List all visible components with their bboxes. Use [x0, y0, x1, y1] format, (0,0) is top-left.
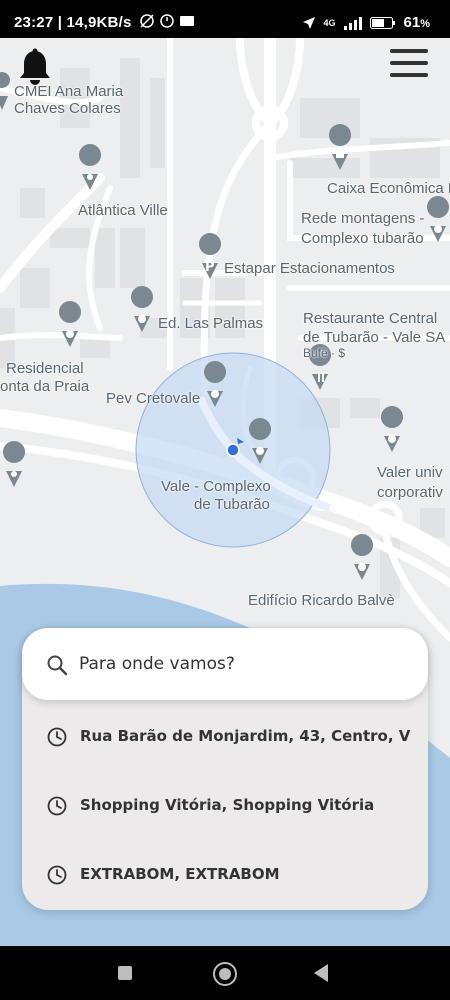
map-label: Residencial — [6, 360, 84, 377]
recent-destination-item[interactable]: Rua Barão de Monjardim, 43, Centro, Vitó… — [22, 708, 428, 768]
map-label: de Tubarão — [194, 496, 270, 513]
system-nav-bar — [0, 946, 450, 1000]
recent-destination-label: Shopping Vitória, Shopping Vitória — [80, 796, 375, 814]
map-label: Bufê · $ — [303, 346, 346, 360]
map-label: Complexo tubarão — [301, 230, 424, 247]
map-label: Vale - Complexo — [161, 478, 271, 495]
back-button[interactable] — [314, 964, 328, 982]
status-left: 23:27 | 14,9KB/s — [14, 14, 196, 31]
recent-destination-label: Rua Barão de Monjardim, 43, Centro, Vitó… — [80, 727, 410, 745]
search-input[interactable]: Para onde vamos? — [79, 654, 235, 674]
recents-button[interactable] — [118, 966, 132, 980]
map-label: Atlântica Ville — [78, 202, 168, 219]
network-speed: 14,9KB/s — [66, 14, 132, 31]
recent-destination-label: EXTRABOM, EXTRABOM — [80, 865, 280, 883]
map-label: Caixa Econômica F — [327, 180, 450, 197]
map-label: Estapar Estacionamentos — [224, 260, 395, 277]
map-label: onta da Praia — [0, 378, 90, 395]
clock-icon — [47, 727, 67, 747]
map-label: Chaves Colares — [14, 100, 121, 117]
destination-panel: Para onde vamos? Rua Barão de Monjardim,… — [22, 628, 428, 910]
search-bar[interactable]: Para onde vamos? — [22, 628, 428, 700]
map-label: corporativ — [377, 484, 443, 501]
map-label: Restaurante Central — [303, 310, 438, 327]
location-arrow-icon — [302, 16, 315, 29]
map-label: Pev Cretovale — [106, 390, 201, 407]
battery-icon — [369, 16, 395, 29]
map-label: Rede montagens - — [301, 210, 425, 227]
bell-icon[interactable] — [17, 48, 53, 86]
map-label: Ed. Las Palmas — [158, 315, 264, 332]
recent-destination-item[interactable]: Shopping Vitória, Shopping Vitória — [22, 777, 428, 837]
signal-icon — [343, 16, 362, 30]
clock-icon — [47, 796, 67, 816]
status-right: 4G 61% — [302, 14, 430, 31]
network-type: 4G — [323, 17, 336, 28]
notification-icons — [140, 14, 194, 28]
map-label: de Tubarão - Vale SA — [303, 329, 446, 346]
svg-text:P: P — [205, 260, 215, 275]
recent-destination-item[interactable]: EXTRABOM, EXTRABOM — [22, 846, 428, 906]
battery-level: 61 — [403, 14, 421, 31]
status-time: 23:27 — [14, 14, 54, 31]
map-label: Edifício Ricardo Balvè — [248, 592, 395, 609]
map-label: Valer univ — [377, 464, 443, 481]
home-button[interactable] — [213, 962, 237, 986]
search-icon — [47, 655, 68, 676]
clock-icon — [47, 865, 67, 885]
hamburger-menu-icon[interactable] — [390, 47, 430, 81]
